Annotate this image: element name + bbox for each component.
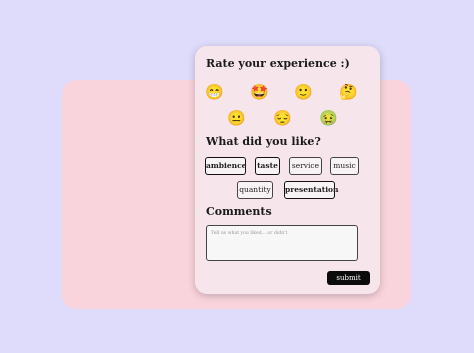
star-struck-emoji-icon[interactable]: 🤩 (250, 83, 269, 101)
feedback-card: Rate your experience :) 😁 🤩 🙂 🤔 😐 😔 🤢 Wh… (195, 46, 380, 294)
option-taste[interactable]: taste (255, 157, 280, 175)
comments-textarea[interactable]: Tell us what you liked....or didn't (206, 225, 358, 261)
comments-placeholder: Tell us what you liked....or didn't (211, 231, 288, 236)
option-service[interactable]: service (289, 157, 322, 175)
option-quantity[interactable]: quantity (237, 181, 273, 199)
thinking-emoji-icon[interactable]: 🤔 (339, 83, 358, 101)
nauseated-emoji-icon[interactable]: 🤢 (319, 109, 338, 127)
pensive-emoji-icon[interactable]: 😔 (273, 109, 292, 127)
option-music[interactable]: music (330, 157, 359, 175)
likes-title: What did you like? (206, 135, 321, 148)
submit-button[interactable]: submit (327, 271, 370, 285)
grinning-emoji-icon[interactable]: 😁 (205, 83, 224, 101)
option-ambience[interactable]: ambience (205, 157, 246, 175)
rating-title: Rate your experience :) (206, 57, 350, 70)
comments-title: Comments (206, 205, 272, 218)
option-presentation[interactable]: presentation (284, 181, 339, 199)
smile-emoji-icon[interactable]: 🙂 (294, 83, 313, 101)
neutral-emoji-icon[interactable]: 😐 (227, 109, 246, 127)
